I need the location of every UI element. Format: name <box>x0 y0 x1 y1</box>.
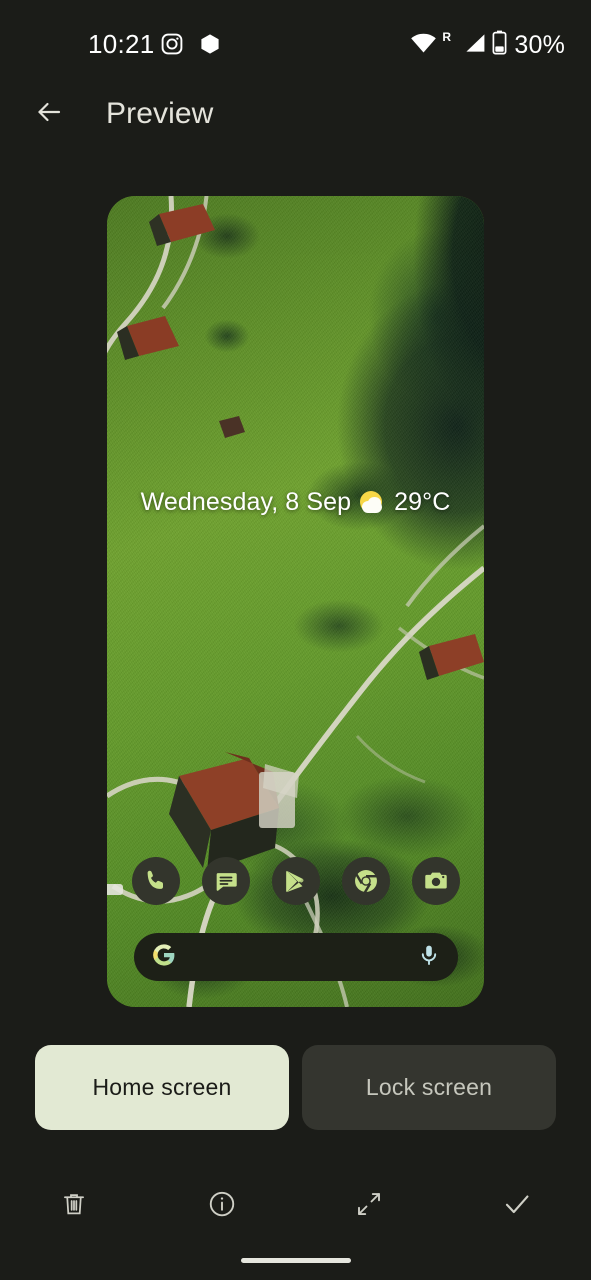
status-bar-clock: 10:21 <box>88 29 155 59</box>
google-search-bar[interactable] <box>134 933 458 981</box>
battery-icon <box>492 30 507 60</box>
wallpaper-preview-card[interactable]: Wednesday, 8 Sep 29°C <box>107 196 484 1007</box>
navigation-handle[interactable] <box>240 1258 351 1263</box>
battery-percentage: 30% <box>514 31 565 59</box>
fullscreen-button[interactable] <box>296 1175 444 1237</box>
status-bar-system-icons: R 30% <box>410 30 565 60</box>
back-arrow-icon <box>34 97 64 132</box>
bottom-toolbar <box>0 1175 591 1237</box>
phone-app-icon[interactable] <box>131 857 180 905</box>
roaming-indicator: R <box>442 30 452 44</box>
app-bar: Preview <box>0 88 591 146</box>
temperature-text: 29°C <box>394 488 451 516</box>
date-text: Wednesday, 8 Sep <box>140 488 352 516</box>
cell-signal-icon <box>463 31 487 60</box>
delete-button[interactable] <box>0 1175 148 1237</box>
google-g-icon <box>151 942 177 973</box>
preview-screen: 10:21 R 30% Preview Wednesday, 8 Sep 29°… <box>0 0 591 1280</box>
camera-app-icon[interactable] <box>411 857 460 905</box>
info-circle-icon <box>207 1189 237 1224</box>
partly-sunny-icon <box>360 490 385 515</box>
check-icon <box>501 1188 533 1225</box>
instagram-icon <box>160 32 184 61</box>
screen-type-toggle: Home screen Lock screen <box>35 1045 556 1130</box>
messages-app-icon[interactable] <box>201 857 250 905</box>
info-button[interactable] <box>148 1175 296 1237</box>
play-store-app-icon[interactable] <box>271 857 320 905</box>
status-bar-notification-icons <box>160 32 222 61</box>
trash-icon <box>60 1190 88 1223</box>
chrome-app-icon[interactable] <box>341 857 390 905</box>
home-screen-tab[interactable]: Home screen <box>35 1045 289 1130</box>
back-button[interactable] <box>24 88 74 140</box>
page-title: Preview <box>106 97 214 130</box>
status-bar: 10:21 R 30% <box>0 0 591 74</box>
lock-screen-tab[interactable]: Lock screen <box>302 1045 556 1130</box>
wifi-icon <box>410 31 437 60</box>
microphone-icon[interactable] <box>417 943 441 972</box>
date-weather-widget[interactable]: Wednesday, 8 Sep 29°C <box>107 488 484 517</box>
home-screen-dock <box>107 857 484 905</box>
expand-arrows-icon <box>354 1189 384 1224</box>
apply-button[interactable] <box>443 1175 591 1237</box>
hexagon-icon <box>198 32 222 61</box>
